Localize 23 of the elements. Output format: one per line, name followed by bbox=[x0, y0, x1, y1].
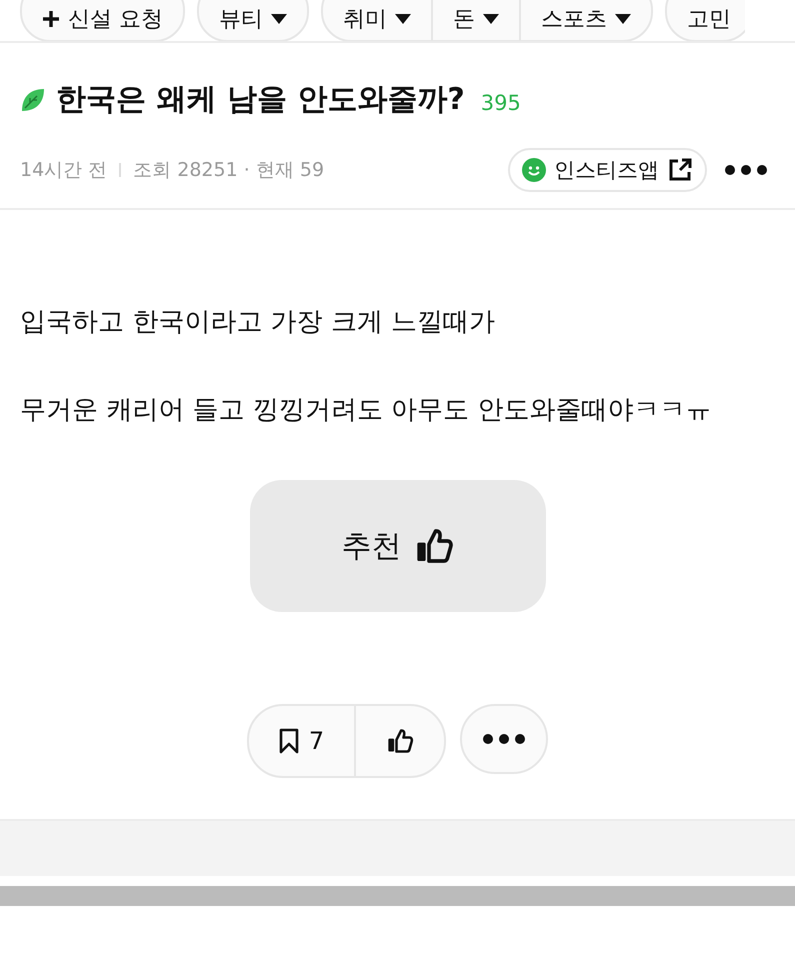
external-link-icon bbox=[667, 157, 693, 183]
recommend-button[interactable]: 추천 bbox=[250, 480, 546, 612]
post-title: 한국은 왜케 남을 안도와줄까? bbox=[56, 81, 465, 119]
smiley-icon bbox=[522, 158, 546, 182]
thumbs-up-icon bbox=[386, 727, 414, 755]
category-dropdown[interactable]: 뷰티 bbox=[199, 0, 307, 40]
caret-icon bbox=[271, 14, 287, 24]
plus-icon bbox=[42, 10, 60, 28]
category-chip[interactable]: 고민 bbox=[667, 0, 745, 40]
caret-icon bbox=[395, 14, 411, 24]
post-paragraph: 무거운 캐리어 들고 낑낑거려도 아무도 안도와줄때야ㅋㅋㅠ bbox=[20, 394, 712, 427]
chip-button[interactable]: 신설 요청 bbox=[22, 0, 183, 40]
post-paragraph: 입국하고 한국이라고 가장 크게 느낄때가 bbox=[20, 306, 496, 339]
more-icon bbox=[725, 165, 767, 175]
view-count: 조회 28251 · 현재 59 bbox=[133, 158, 324, 183]
post-time: 14시간 전 bbox=[20, 158, 108, 183]
bookmark-icon bbox=[278, 728, 299, 754]
caret-icon bbox=[483, 14, 499, 24]
leaf-icon bbox=[20, 86, 46, 112]
caret-icon bbox=[615, 14, 631, 24]
source-app-button[interactable]: 인스티즈앱 bbox=[508, 148, 707, 192]
category-dropdown[interactable]: 취미 bbox=[323, 0, 431, 40]
more-icon bbox=[483, 734, 526, 744]
